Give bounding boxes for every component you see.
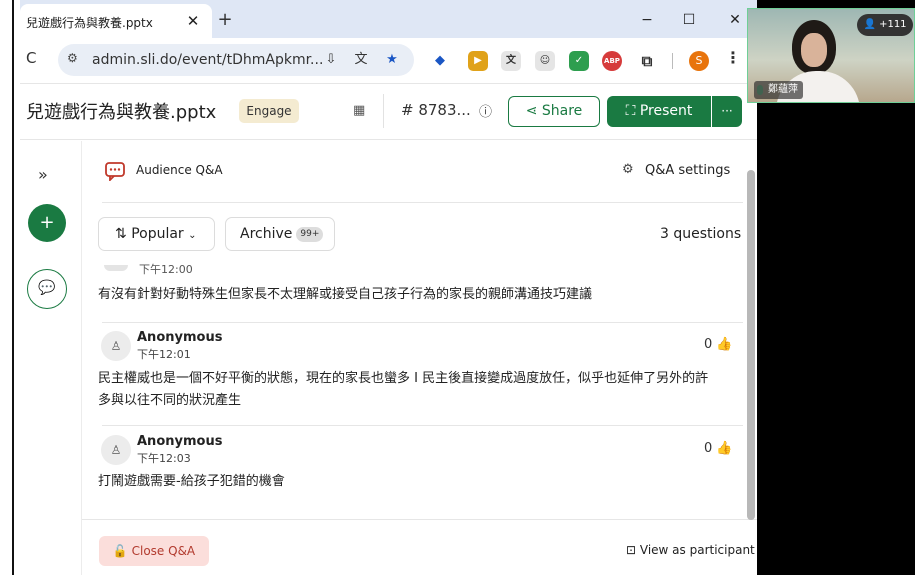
anonymous-avatar-icon: ♙ — [101, 331, 131, 361]
extension-face-icon[interactable]: ☺ — [535, 51, 555, 71]
address-bar[interactable]: ⚙ admin.sli.do/event/tDhmApkmr... ⇩ 文 ★ — [58, 44, 414, 76]
info-icon[interactable]: ⓘ — [479, 101, 492, 120]
question-author: Anonymous — [137, 330, 223, 345]
translate-icon[interactable]: 文 — [350, 49, 372, 71]
extension-arrow-icon[interactable]: ◆ — [430, 51, 450, 71]
video-tile[interactable]: 鄭蘊萍 👤 +111 — [747, 8, 915, 103]
calendar-icon[interactable]: ▦ — [353, 103, 365, 118]
close-qa-button[interactable]: 🔓 Close Q&A — [99, 536, 209, 566]
view-as-participant-link[interactable]: ⊡ View as participant — [626, 543, 755, 557]
left-edge — [0, 0, 20, 575]
presentation-title[interactable]: 兒遊戲行為與教養.pptx — [26, 98, 216, 124]
extension-play-icon[interactable]: ▶ — [468, 51, 488, 71]
participant-view-icon: ⊡ — [626, 543, 637, 557]
qa-panel: Audience Q&A ⚙ Q&A settings ⇅ Popular ⌄ … — [82, 141, 757, 575]
reload-icon[interactable]: C — [26, 49, 36, 67]
avatar — [104, 265, 128, 271]
anonymous-avatar-icon: ♙ — [101, 435, 131, 465]
minimize-icon[interactable]: − — [632, 8, 662, 32]
question-text-continued: 多與以往不同的狀況產生 — [98, 393, 242, 408]
present-button[interactable]: ⛶ Present — [607, 96, 711, 127]
like-button[interactable]: 0 👍 — [704, 337, 733, 352]
question-text: 民主權威也是一個不好平衡的狀態，現在的家長也蠻多 I 民主後直接變成過度放任，似… — [98, 371, 709, 386]
sidebar: » + 💬 — [20, 141, 82, 575]
sort-popular-dropdown[interactable]: ⇅ Popular ⌄ — [98, 217, 215, 251]
qa-title: Audience Q&A — [136, 163, 223, 177]
extensions-puzzle-icon[interactable]: ⧉ — [637, 51, 657, 71]
people-icon: 👤 — [863, 19, 876, 30]
share-icon: ⋖ — [525, 103, 538, 119]
participant-name: 鄭蘊萍 — [754, 81, 803, 99]
event-code[interactable]: # 8783... — [401, 101, 471, 119]
window-close-icon[interactable]: ✕ — [720, 8, 750, 32]
question-author: Anonymous — [137, 434, 223, 449]
extension-shield-icon[interactable]: ✓ — [569, 51, 589, 71]
like-button[interactable]: 0 👍 — [704, 441, 733, 456]
bookmark-star-icon[interactable]: ★ — [381, 49, 403, 71]
url-text: admin.sli.do/event/tDhmApkmr... — [92, 52, 324, 68]
question-text: 打鬧遊戲需要-給孩子犯錯的機會 — [98, 474, 285, 489]
new-tab-icon[interactable]: + — [213, 8, 237, 32]
chevron-down-icon: ⌄ — [188, 230, 197, 241]
extension-translate-icon[interactable]: 文 — [501, 51, 521, 71]
gear-icon[interactable]: ⚙ — [622, 162, 634, 177]
site-settings-icon[interactable]: ⚙ — [67, 51, 78, 65]
browser-toolbar: C ⚙ admin.sli.do/event/tDhmApkmr... ⇩ 文 … — [20, 38, 757, 84]
present-icon: ⛶ — [625, 103, 636, 119]
share-button[interactable]: ⋖ Share — [508, 96, 600, 127]
tab-close-icon[interactable]: ✕ — [182, 10, 204, 32]
question-count: 3 questions — [660, 226, 742, 242]
add-interaction-button[interactable]: + — [28, 204, 66, 242]
engage-badge: Engage — [239, 99, 299, 123]
browser-menu-icon[interactable]: ⋮ — [725, 48, 741, 67]
participant-count-badge[interactable]: 👤 +111 — [857, 14, 913, 36]
sort-icon: ⇅ — [115, 226, 127, 242]
tab-title: 兒遊戲行為與教養.pptx — [26, 16, 153, 30]
qa-footer: 🔓 Close Q&A ⊡ View as participant — [82, 519, 757, 575]
presentation-header: 兒遊戲行為與教養.pptx Engage ▦ # 8783... ⓘ ⋖ Sha… — [20, 84, 757, 140]
thumbs-up-icon: 👍 — [716, 337, 733, 352]
maximize-icon[interactable]: ☐ — [674, 8, 704, 32]
qa-chat-icon: 💬 — [38, 280, 56, 296]
scrollbar[interactable] — [747, 170, 755, 520]
audience-qa-icon — [104, 161, 126, 181]
adblock-icon[interactable]: ABP — [602, 51, 622, 71]
expand-sidebar-icon[interactable]: » — [38, 165, 48, 184]
tab-bar: 兒遊戲行為與教養.pptx ✕ + − ☐ ✕ — [20, 0, 757, 38]
question-time: 下午12:00 — [139, 263, 193, 276]
browser-window: 兒遊戲行為與教養.pptx ✕ + − ☐ ✕ C ⚙ admin.sli.do… — [20, 0, 757, 575]
thumbs-up-icon: 👍 — [716, 441, 733, 456]
lock-icon: 🔓 — [112, 544, 128, 558]
archive-button[interactable]: Archive 99+ — [225, 217, 335, 251]
browser-tab[interactable]: 兒遊戲行為與教養.pptx ✕ — [20, 4, 212, 38]
archive-count-badge: 99+ — [296, 227, 324, 242]
question-time: 下午12:01 — [137, 348, 191, 361]
qa-sidebar-button[interactable]: 💬 — [27, 269, 67, 309]
present-more-button[interactable]: ··· — [712, 96, 742, 127]
install-icon[interactable]: ⇩ — [320, 49, 342, 71]
profile-avatar[interactable]: S — [689, 51, 709, 71]
question-text: 有沒有針對好動特殊生但家長不太理解或接受自己孩子行為的家長的親師溝通技巧建議 — [98, 287, 593, 302]
question-time: 下午12:03 — [137, 452, 191, 465]
qa-settings-link[interactable]: Q&A settings — [645, 163, 730, 178]
